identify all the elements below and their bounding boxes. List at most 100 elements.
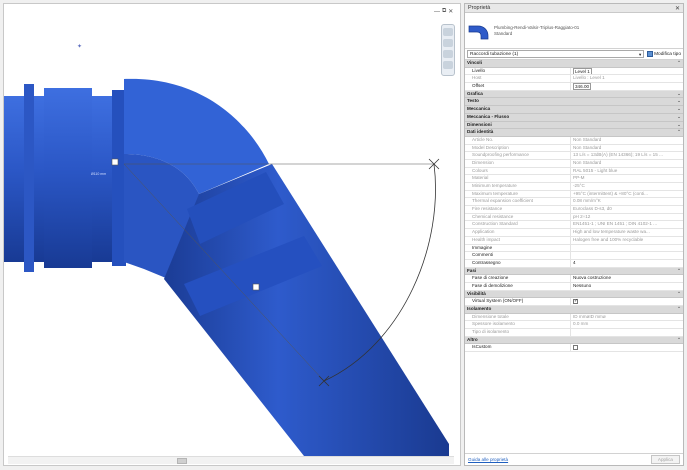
property-row[interactable]: Host Livello : Level 1 bbox=[465, 75, 683, 84]
collapse-icon[interactable]: ⌃ bbox=[675, 268, 683, 275]
collapse-icon[interactable]: ⌃ bbox=[675, 291, 683, 298]
property-row[interactable]: Dimensione totale ID mmøID mmø bbox=[465, 313, 683, 322]
property-value[interactable]: Non Standard bbox=[571, 137, 683, 144]
drawing-viewport[interactable]: ✦ Ø110 mm — ⧉ ✕ bbox=[3, 3, 461, 466]
collapse-icon[interactable]: ⌃ bbox=[675, 337, 683, 344]
section-header[interactable]: Meccanica ⌄ bbox=[465, 106, 683, 114]
expand-icon[interactable]: ⌄ bbox=[675, 98, 683, 105]
property-value[interactable]: 0.08 mm/m°K bbox=[571, 198, 683, 205]
property-value[interactable]: Nuova costruzione bbox=[571, 275, 683, 282]
section-header[interactable]: Dati identità ⌃ bbox=[465, 129, 683, 137]
expand-icon[interactable]: ⌄ bbox=[675, 114, 683, 121]
property-row[interactable]: Health impact Halogen free and 100% recyc… bbox=[465, 236, 683, 245]
property-row[interactable]: Virtual System (ON/OFF) bbox=[465, 298, 683, 306]
property-row[interactable]: Soundproofing performance 13 L/s = 13dB(A… bbox=[465, 152, 683, 160]
property-value[interactable]: 13 L/s = 13dB(A) (EN 14366); 19 L/s = 15… bbox=[571, 152, 683, 159]
property-value[interactable]: 4 bbox=[571, 260, 683, 267]
property-value[interactable]: RAL 5015 - Light blue bbox=[571, 168, 683, 175]
section-header[interactable]: Grafica ⌄ bbox=[465, 90, 683, 99]
property-value[interactable]: High and low temperature waste wa... bbox=[571, 229, 683, 236]
property-row[interactable]: IsCustom bbox=[465, 344, 683, 353]
property-row[interactable]: Construction Standard EN1451-1 ; UNI EN 1… bbox=[465, 221, 683, 230]
property-row[interactable]: Model Description Non Standard bbox=[465, 144, 683, 153]
edit-type-button[interactable]: Modifica tipo bbox=[647, 51, 681, 57]
category-dropdown[interactable]: Raccordi tubazione (1) ▼ bbox=[467, 50, 645, 58]
property-value[interactable] bbox=[571, 344, 683, 351]
expand-icon[interactable]: ⌄ bbox=[675, 91, 683, 98]
section-header[interactable]: Visibilità ⌃ bbox=[465, 290, 683, 299]
property-row[interactable]: Chemical resistance pH 2÷12 bbox=[465, 213, 683, 222]
collapse-icon[interactable]: ⌃ bbox=[675, 306, 683, 313]
property-value[interactable] bbox=[571, 298, 683, 305]
minimize-icon[interactable]: — bbox=[434, 9, 440, 15]
collapse-icon[interactable]: ⌃ bbox=[675, 60, 683, 67]
expand-icon[interactable]: ⌄ bbox=[675, 106, 683, 113]
checkbox[interactable] bbox=[573, 298, 578, 305]
pan-icon[interactable] bbox=[443, 50, 453, 58]
type-selector[interactable]: Plumbing-Rendi-Valsir-Triplus-Raggiato-0… bbox=[465, 13, 683, 49]
property-value[interactable]: 0.0 mm bbox=[571, 321, 683, 328]
orbit-icon[interactable] bbox=[443, 61, 453, 69]
property-value[interactable]: EN1451-1 ; UNI EN 1451 ; DIN 4102-1 ... bbox=[571, 221, 683, 228]
horizontal-scrollbar[interactable] bbox=[8, 456, 454, 464]
section-header[interactable]: Altro ⌃ bbox=[465, 336, 683, 345]
grip-handle-1[interactable] bbox=[111, 158, 119, 166]
property-value[interactable]: Non Standard bbox=[571, 160, 683, 167]
property-row[interactable]: Fase di demolizione Nessuno bbox=[465, 282, 683, 291]
property-value[interactable]: -25°C bbox=[571, 183, 683, 190]
property-value[interactable]: Livello : Level 1 bbox=[571, 75, 683, 82]
properties-footer: Guida alle proprietà Applica bbox=[465, 453, 683, 465]
property-row[interactable]: Tipo di isolamento bbox=[465, 329, 683, 337]
property-value[interactable] bbox=[571, 252, 683, 259]
property-value[interactable]: 346.00 bbox=[571, 83, 683, 90]
section-header[interactable]: Fasi ⌃ bbox=[465, 267, 683, 276]
property-row[interactable]: Thermal expansion coefficient 0.08 mm/m°K bbox=[465, 198, 683, 207]
property-value[interactable] bbox=[571, 329, 683, 336]
property-row[interactable]: Maximum temperature +95°C (intermittent) … bbox=[465, 190, 683, 199]
property-row[interactable]: Fire resistance Euroclass D-s3, d0 bbox=[465, 206, 683, 214]
grip-handle-2[interactable] bbox=[252, 283, 260, 291]
pipe-model-view[interactable]: ✦ bbox=[4, 4, 461, 466]
property-row[interactable]: Article No. Non Standard bbox=[465, 136, 683, 145]
property-value[interactable]: Level 1 bbox=[571, 67, 683, 75]
property-value[interactable]: Non Standard bbox=[571, 145, 683, 152]
property-row[interactable]: Contrassegno 4 bbox=[465, 259, 683, 268]
property-row[interactable]: Immagine bbox=[465, 244, 683, 253]
property-value[interactable]: Nessuno bbox=[571, 283, 683, 290]
scroll-thumb[interactable] bbox=[177, 458, 187, 464]
section-header[interactable]: Isolamento ⌃ bbox=[465, 306, 683, 314]
property-row[interactable]: Commenti bbox=[465, 252, 683, 260]
collapse-icon[interactable]: ⌃ bbox=[675, 129, 683, 136]
section-header[interactable]: Dimensioni ⌄ bbox=[465, 121, 683, 130]
property-row[interactable]: Dimension Non Standard bbox=[465, 159, 683, 168]
property-value[interactable]: +95°C (intermittent) & +80°C (conti... bbox=[571, 191, 683, 198]
zoom-icon[interactable] bbox=[443, 39, 453, 47]
section-header[interactable]: Vincoli ⌃ bbox=[465, 60, 683, 68]
property-row[interactable]: Fase di creazione Nuova costruzione bbox=[465, 275, 683, 283]
property-row[interactable]: Spessore isolamento 0.0 mm bbox=[465, 321, 683, 330]
property-row[interactable]: Material PP-M bbox=[465, 175, 683, 183]
apply-button[interactable]: Applica bbox=[650, 455, 680, 464]
property-row[interactable]: Offset 346.00 bbox=[465, 83, 683, 91]
property-value[interactable]: ID mmøID mmø bbox=[571, 314, 683, 321]
steering-wheel-icon[interactable] bbox=[443, 28, 453, 36]
property-row[interactable]: Livello Level 1 bbox=[465, 67, 683, 76]
close-icon[interactable]: ✕ bbox=[675, 5, 680, 12]
property-value[interactable] bbox=[571, 245, 683, 252]
property-value[interactable]: PP-M bbox=[571, 175, 683, 182]
section-header[interactable]: Testo ⌄ bbox=[465, 98, 683, 107]
section-title: Isolamento bbox=[467, 306, 492, 311]
property-value[interactable]: pH 2÷12 bbox=[571, 214, 683, 221]
checkbox[interactable] bbox=[573, 345, 578, 351]
property-row[interactable]: Application High and low temperature wast… bbox=[465, 229, 683, 237]
restore-icon[interactable]: ⧉ bbox=[442, 8, 446, 15]
section-header[interactable]: Meccanica - Flusso ⌄ bbox=[465, 113, 683, 122]
property-row[interactable]: Minimum temperature -25°C bbox=[465, 183, 683, 191]
close-view-icon[interactable]: ✕ bbox=[448, 8, 453, 15]
property-value[interactable]: Halogen free and 100% recyclable bbox=[571, 237, 683, 244]
expand-icon[interactable]: ⌄ bbox=[675, 122, 683, 129]
properties-help-link[interactable]: Guida alle proprietà bbox=[468, 457, 508, 462]
navigation-bar[interactable] bbox=[441, 24, 455, 76]
property-value[interactable]: Euroclass D-s3, d0 bbox=[571, 206, 683, 213]
property-row[interactable]: Colours RAL 5015 - Light blue bbox=[465, 167, 683, 176]
